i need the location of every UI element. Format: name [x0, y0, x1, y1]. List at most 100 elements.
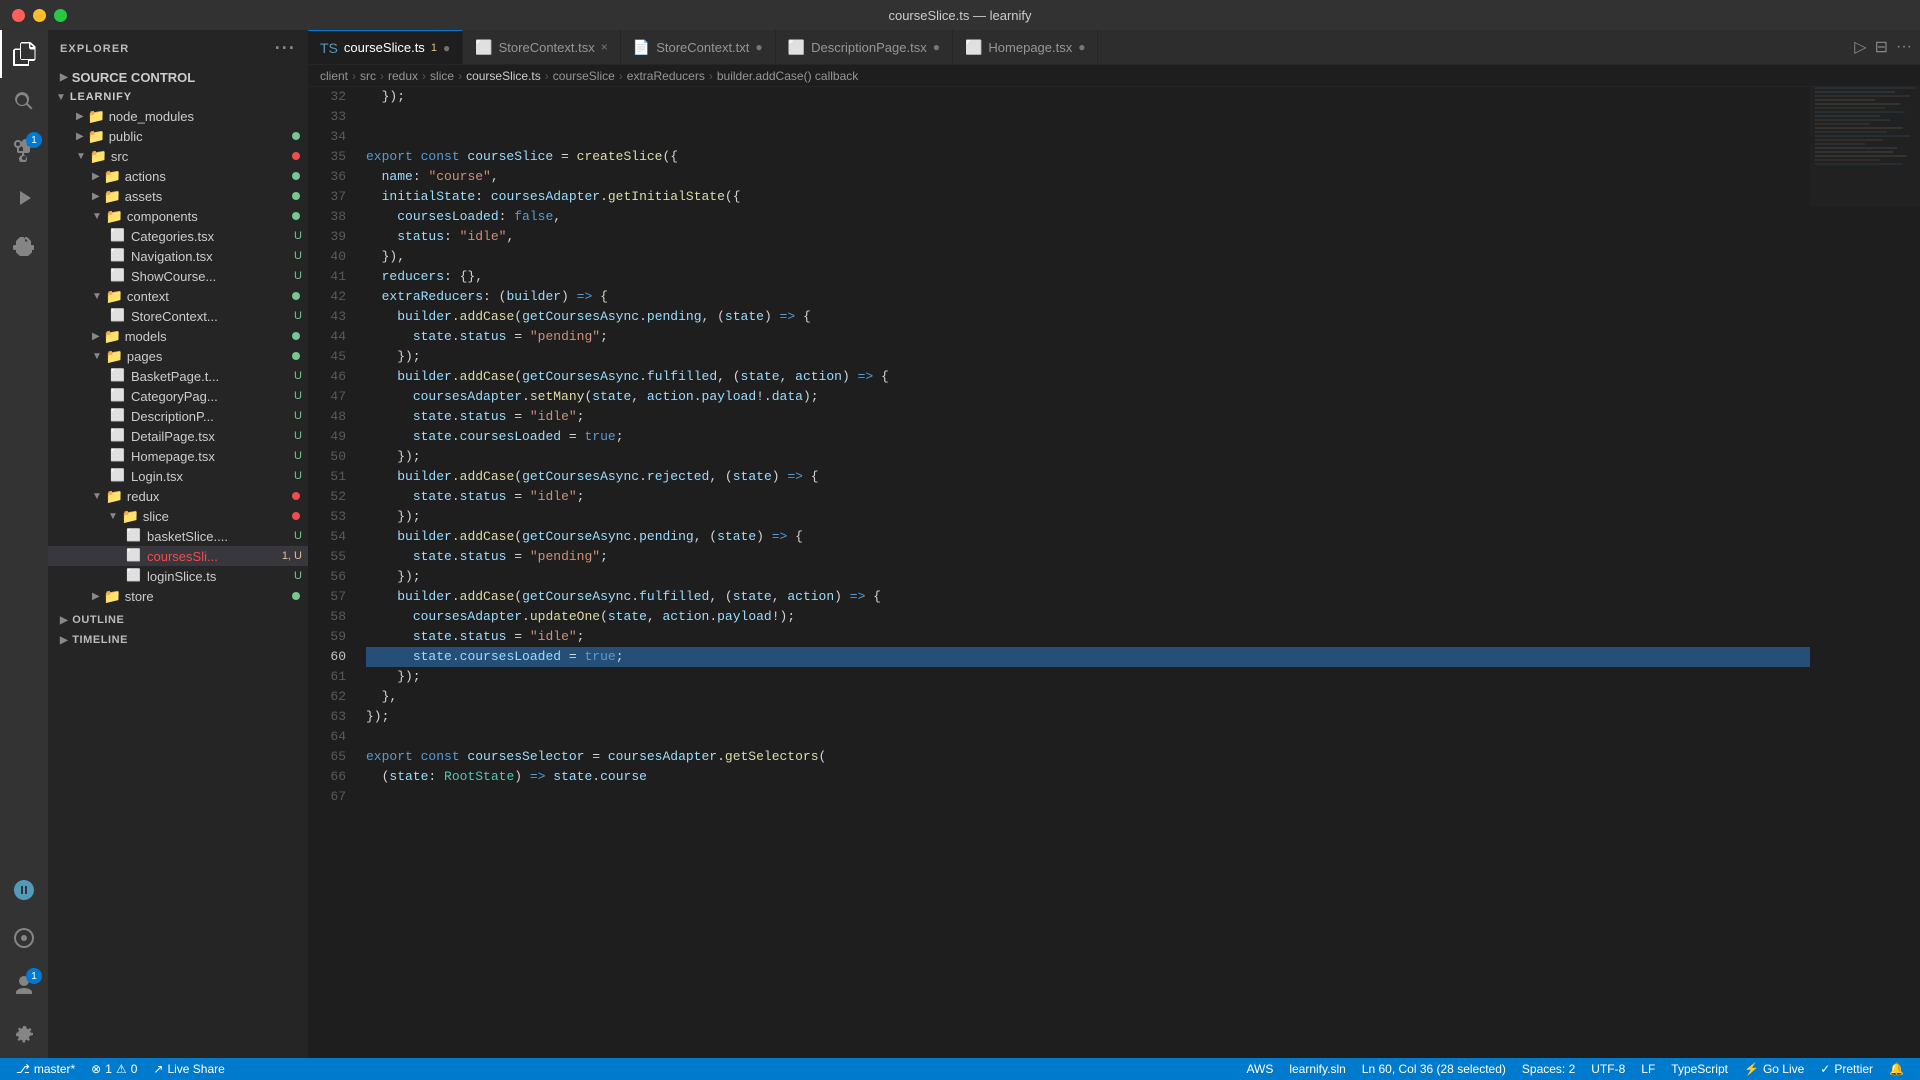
line-50: });: [366, 447, 1810, 467]
tab-homepage-close[interactable]: ●: [1078, 40, 1085, 54]
file-navigation[interactable]: ⬜ Navigation.tsx U: [48, 246, 308, 266]
breadcrumb-extrareducers[interactable]: extraReducers: [627, 69, 705, 83]
line-62: },: [366, 687, 1810, 707]
breadcrumb-courseslice[interactable]: courseSlice: [553, 69, 615, 83]
settings-activity-icon[interactable]: [0, 1010, 48, 1058]
status-aws[interactable]: AWS: [1238, 1058, 1281, 1080]
folder-slice[interactable]: ▼ 📁 slice: [48, 506, 308, 526]
folder-actions[interactable]: ▶ 📁 actions: [48, 166, 308, 186]
window-controls[interactable]: [12, 9, 67, 22]
tab-storecontext-tsx-close[interactable]: ×: [601, 40, 608, 54]
breadcrumb-src[interactable]: src: [360, 69, 376, 83]
file-login[interactable]: ⬜ Login.tsx U: [48, 466, 308, 486]
run-activity-icon[interactable]: [0, 174, 48, 222]
learnify-chevron: ▼: [56, 92, 66, 103]
folder-public[interactable]: ▶ 📁 public: [48, 126, 308, 146]
file-detailpage[interactable]: ⬜ DetailPage.tsx U: [48, 426, 308, 446]
file-homepage[interactable]: ⬜ Homepage.tsx U: [48, 446, 308, 466]
account-badge: 1: [26, 968, 42, 984]
tab-homepage[interactable]: ⬜ Homepage.tsx ●: [953, 30, 1099, 64]
maximize-button[interactable]: [54, 9, 67, 22]
status-language[interactable]: TypeScript: [1663, 1058, 1736, 1080]
file-basketslice[interactable]: ⬜ basketSlice.... U: [48, 526, 308, 546]
timeline-section[interactable]: ▶ TIMELINE: [48, 630, 308, 650]
breadcrumb-callback[interactable]: builder.addCase() callback: [717, 69, 858, 83]
folder-icon-redux: 📁: [106, 488, 122, 504]
status-prettier[interactable]: ✓ Prettier: [1812, 1058, 1881, 1080]
breadcrumb-client[interactable]: client: [320, 69, 348, 83]
explorer-activity-icon[interactable]: [0, 30, 48, 78]
outline-section[interactable]: ▶ OUTLINE: [48, 610, 308, 630]
line-43: builder.addCase(getCoursesAsync.pending,…: [366, 307, 1810, 327]
line-52: state.status = "idle";: [366, 487, 1810, 507]
folder-redux[interactable]: ▼ 📁 redux: [48, 486, 308, 506]
remote-activity-icon[interactable]: [0, 866, 48, 914]
status-golive[interactable]: ⚡ Go Live: [1736, 1058, 1812, 1080]
breadcrumb-redux[interactable]: redux: [388, 69, 418, 83]
search-activity-icon[interactable]: [0, 78, 48, 126]
extensions-activity-icon[interactable]: [0, 222, 48, 270]
redux-badge: [292, 492, 300, 500]
file-categorypage[interactable]: ⬜ CategoryPag... U: [48, 386, 308, 406]
tab-descriptionpage[interactable]: ⬜ DescriptionPage.tsx ●: [776, 30, 953, 64]
folder-context[interactable]: ▼ 📁 context: [48, 286, 308, 306]
source-control-section-header[interactable]: ▶ SOURCE CONTROL: [48, 67, 308, 88]
liveshare-activity-icon[interactable]: [0, 914, 48, 962]
breadcrumb-slice[interactable]: slice: [430, 69, 454, 83]
file-courseslice[interactable]: ⬜ coursesSli... 1, U: [48, 546, 308, 566]
folder-pages[interactable]: ▼ 📁 pages: [48, 346, 308, 366]
lightbulb-icon[interactable]: 💡: [358, 647, 361, 667]
context-badge: [292, 292, 300, 300]
tab-courseslice[interactable]: TS courseSlice.ts 1 ●: [308, 30, 463, 64]
line-66: (state: RootState) => state.course: [366, 767, 1810, 787]
tabs-actions[interactable]: ▷ ⊟ ···: [1854, 30, 1920, 64]
explorer-more-button[interactable]: ···: [275, 38, 296, 59]
tab-storecontext-txt[interactable]: 📄 StoreContext.txt ●: [621, 30, 776, 64]
folder-components[interactable]: ▼ 📁 components: [48, 206, 308, 226]
more-actions-icon[interactable]: ···: [1896, 38, 1912, 56]
folder-node-modules[interactable]: ▶ 📁 node_modules: [48, 106, 308, 126]
folder-store[interactable]: ▶ 📁 store: [48, 586, 308, 606]
file-storecontext[interactable]: ⬜ StoreContext... U: [48, 306, 308, 326]
line-48: state.status = "idle";: [366, 407, 1810, 427]
tab-courseslice-close[interactable]: ●: [443, 41, 450, 55]
folder-assets[interactable]: ▶ 📁 assets: [48, 186, 308, 206]
file-descriptionpage[interactable]: ⬜ DescriptionP... U: [48, 406, 308, 426]
line-57: builder.addCase(getCourseAsync.fulfilled…: [366, 587, 1810, 607]
tab-homepage-label: Homepage.tsx: [988, 40, 1072, 55]
minimize-button[interactable]: [33, 9, 46, 22]
sidebar: EXPLORER ··· ▶ SOURCE CONTROL ▼ LEARNIFY…: [48, 30, 308, 1058]
status-bell[interactable]: 🔔: [1881, 1058, 1912, 1080]
ts-icon-basketslice: ⬜: [126, 528, 142, 544]
split-editor-icon[interactable]: ⊟: [1875, 37, 1888, 57]
learnify-project-header[interactable]: ▼ LEARNIFY: [48, 88, 308, 106]
breadcrumb-file[interactable]: courseSlice.ts: [466, 69, 541, 83]
file-loginslice[interactable]: ⬜ loginSlice.ts U: [48, 566, 308, 586]
categorypage-badge: U: [294, 390, 302, 402]
code-editor[interactable]: }); export const courseSlice = createSli…: [358, 87, 1810, 1058]
status-encoding[interactable]: UTF-8: [1583, 1058, 1633, 1080]
folder-models[interactable]: ▶ 📁 models: [48, 326, 308, 346]
tab-storecontext-tsx[interactable]: ⬜ StoreContext.tsx ×: [463, 30, 621, 64]
status-errors[interactable]: ⊗ 1 ⚠ 0: [83, 1058, 145, 1080]
folder-icon-node-modules: 📁: [88, 108, 104, 124]
line-59: state.status = "idle";: [366, 627, 1810, 647]
status-lineending[interactable]: LF: [1633, 1058, 1663, 1080]
status-learnify[interactable]: learnify.sln: [1281, 1058, 1353, 1080]
source-control-activity-icon[interactable]: 1: [0, 126, 48, 174]
close-button[interactable]: [12, 9, 25, 22]
status-branch[interactable]: ⎇ master*: [8, 1058, 83, 1080]
account-activity-icon[interactable]: 1: [0, 962, 48, 1010]
run-icon[interactable]: ▷: [1854, 37, 1866, 57]
status-spaces[interactable]: Spaces: 2: [1514, 1058, 1583, 1080]
file-showcourse[interactable]: ⬜ ShowCourse... U: [48, 266, 308, 286]
status-liveshare[interactable]: ↗ Live Share: [145, 1058, 232, 1080]
tab-descriptionpage-close[interactable]: ●: [933, 40, 940, 54]
descriptionpage-badge: U: [294, 410, 302, 422]
file-categories[interactable]: ⬜ Categories.tsx U: [48, 226, 308, 246]
file-basketpage[interactable]: ⬜ BasketPage.t... U: [48, 366, 308, 386]
folder-src[interactable]: ▼ 📁 src: [48, 146, 308, 166]
explorer-title: EXPLORER: [60, 43, 129, 55]
tab-storecontext-txt-close[interactable]: ●: [755, 40, 762, 54]
status-position[interactable]: Ln 60, Col 36 (28 selected): [1354, 1058, 1514, 1080]
